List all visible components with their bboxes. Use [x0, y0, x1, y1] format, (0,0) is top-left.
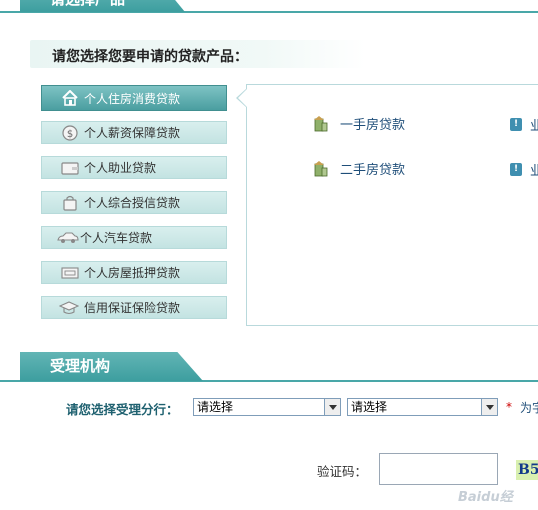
- wallet-icon: [60, 159, 80, 177]
- product-link-second-home[interactable]: 二手房贷款: [312, 159, 405, 178]
- menu-item-label: 个人薪资保障贷款: [84, 126, 181, 140]
- product-label: 二手房贷款: [340, 163, 406, 178]
- info-icon: !: [510, 163, 522, 176]
- product-link-cut-2[interactable]: ! 业: [510, 160, 538, 179]
- menu-item-label: 个人助业贷款: [84, 161, 157, 175]
- product-link-new-home[interactable]: 一手房贷款: [312, 114, 405, 133]
- branch-select-label: 请您选择受理分行：: [66, 402, 179, 417]
- menu-item-business-loan[interactable]: 个人助业贷款: [41, 156, 227, 179]
- menu-item-housing-consumer-loan[interactable]: 个人住房消费贷款: [41, 85, 227, 111]
- watermark: Baidu经: [458, 490, 513, 505]
- chevron-down-icon[interactable]: [481, 399, 497, 415]
- info-icon: !: [510, 118, 522, 131]
- product-link-cut-1[interactable]: ! 业: [510, 115, 538, 134]
- menu-item-credit-loan[interactable]: 个人综合授信贷款: [41, 191, 227, 214]
- menu-item-label: 个人汽车贷款: [80, 231, 153, 245]
- captcha-input[interactable]: [379, 453, 498, 485]
- card-icon: [60, 264, 80, 282]
- menu-item-mortgage-loan[interactable]: 个人房屋抵押贷款: [41, 261, 227, 284]
- select-value: 请选择: [197, 400, 234, 414]
- product-label-cut: 业: [530, 164, 538, 179]
- chevron-down-icon[interactable]: [324, 399, 340, 415]
- product-label-cut: 业: [530, 119, 538, 134]
- menu-item-label: 信用保证保险贷款: [84, 301, 181, 315]
- svg-text:$: $: [67, 129, 73, 140]
- captcha-image[interactable]: B5: [516, 460, 538, 480]
- house-icon: [60, 89, 80, 107]
- menu-item-salary-loan[interactable]: $ 个人薪资保障贷款: [41, 121, 227, 144]
- section-tab-product: 请选择产品: [20, 0, 185, 12]
- captcha-label: 验证码：: [317, 464, 368, 479]
- menu-item-insurance-loan[interactable]: 信用保证保险贷款: [41, 296, 227, 319]
- grad-cap-icon: [58, 299, 80, 317]
- bag-icon: [60, 194, 80, 212]
- product-label: 一手房贷款: [340, 118, 406, 133]
- building-icon: [312, 115, 328, 132]
- coin-icon: $: [60, 124, 80, 142]
- menu-item-label: 个人住房消费贷款: [84, 91, 181, 106]
- branch-select-secondary[interactable]: 请选择: [347, 398, 498, 416]
- menu-item-auto-loan[interactable]: 个人汽车贷款: [41, 226, 227, 249]
- section-title-product: 请选择产品: [50, 0, 125, 8]
- section-tab-branch: 受理机构: [20, 352, 203, 381]
- select-value: 请选择: [351, 400, 388, 414]
- branch-select-primary[interactable]: 请选择: [193, 398, 341, 416]
- building-icon: [312, 160, 328, 177]
- required-note: 为字: [520, 401, 538, 415]
- section-title-branch: 受理机构: [50, 357, 111, 375]
- required-mark: *: [506, 400, 512, 414]
- prompt-text: 请您选择您要申请的贷款产品：: [52, 49, 248, 65]
- menu-item-label: 个人房屋抵押贷款: [84, 266, 181, 280]
- menu-item-label: 个人综合授信贷款: [84, 196, 181, 210]
- panel-pointer-inner: [238, 89, 247, 107]
- car-icon: [56, 229, 80, 247]
